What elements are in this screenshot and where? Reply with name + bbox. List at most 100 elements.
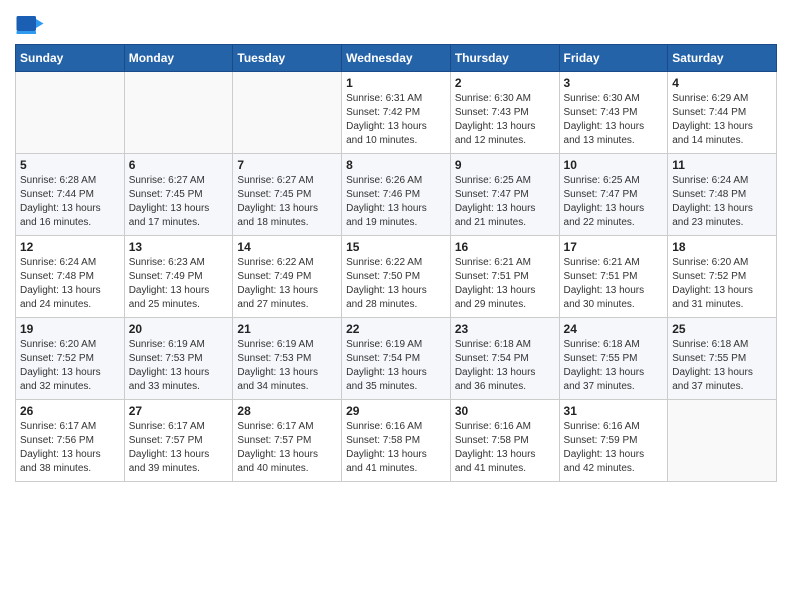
day-number: 26 [20,404,120,418]
day-cell [668,400,777,482]
header-day-saturday: Saturday [668,45,777,72]
cell-info: Sunrise: 6:16 AM Sunset: 7:59 PM Dayligh… [564,420,664,476]
header-day-tuesday: Tuesday [233,45,342,72]
logo-icon [15,10,45,40]
cell-info: Sunrise: 6:29 AM Sunset: 7:44 PM Dayligh… [672,92,772,148]
calendar-table: SundayMondayTuesdayWednesdayThursdayFrid… [15,44,777,482]
day-cell: 3 Sunrise: 6:30 AM Sunset: 7:43 PM Daylig… [559,72,668,154]
cell-info: Sunrise: 6:19 AM Sunset: 7:53 PM Dayligh… [129,338,229,394]
cell-info: Sunrise: 6:28 AM Sunset: 7:44 PM Dayligh… [20,174,120,230]
day-number: 17 [564,240,664,254]
day-cell [16,72,125,154]
cell-info: Sunrise: 6:17 AM Sunset: 7:57 PM Dayligh… [129,420,229,476]
day-cell: 16Sunrise: 6:21 AM Sunset: 7:51 PM Dayli… [450,236,559,318]
day-cell: 29 Sunrise: 6:16 AM Sunset: 7:58 PM Dayli… [342,400,451,482]
day-number: 1 [346,76,446,90]
day-cell: 15Sunrise: 6:22 AM Sunset: 7:50 PM Dayli… [342,236,451,318]
day-cell: 2 Sunrise: 6:30 AM Sunset: 7:43 PM Daylig… [450,72,559,154]
day-number: 10 [564,158,664,172]
day-cell: 11 Sunrise: 6:24 AM Sunset: 7:48 PM Dayli… [668,154,777,236]
cell-info: Sunrise: 6:23 AM Sunset: 7:49 PM Dayligh… [129,256,229,312]
day-cell: 19 Sunrise: 6:20 AM Sunset: 7:52 PM Dayli… [16,318,125,400]
day-cell: 13 Sunrise: 6:23 AM Sunset: 7:49 PM Dayli… [124,236,233,318]
cell-info: Sunrise: 6:24 AM Sunset: 7:48 PM Dayligh… [672,174,772,230]
day-number: 28 [237,404,337,418]
day-number: 9 [455,158,555,172]
cell-info: Sunrise: 6:24 AM Sunset: 7:48 PM Dayligh… [20,256,120,312]
day-number: 3 [564,76,664,90]
day-cell: 1 Sunrise: 6:31 AM Sunset: 7:42 PM Daylig… [342,72,451,154]
week-row-5: 26 Sunrise: 6:17 AM Sunset: 7:56 PM Dayli… [16,400,777,482]
day-cell: 7 Sunrise: 6:27 AM Sunset: 7:45 PM Daylig… [233,154,342,236]
day-cell: 12 Sunrise: 6:24 AM Sunset: 7:48 PM Dayli… [16,236,125,318]
cell-info: Sunrise: 6:17 AM Sunset: 7:57 PM Dayligh… [237,420,337,476]
day-number: 5 [20,158,120,172]
week-row-2: 5 Sunrise: 6:28 AM Sunset: 7:44 PM Daylig… [16,154,777,236]
day-number: 30 [455,404,555,418]
week-row-1: 1 Sunrise: 6:31 AM Sunset: 7:42 PM Daylig… [16,72,777,154]
day-number: 13 [129,240,229,254]
cell-info: Sunrise: 6:20 AM Sunset: 7:52 PM Dayligh… [20,338,120,394]
day-cell: 21Sunrise: 6:19 AM Sunset: 7:53 PM Dayli… [233,318,342,400]
day-number: 2 [455,76,555,90]
day-cell: 4 Sunrise: 6:29 AM Sunset: 7:44 PM Daylig… [668,72,777,154]
cell-info: Sunrise: 6:26 AM Sunset: 7:46 PM Dayligh… [346,174,446,230]
day-number: 23 [455,322,555,336]
day-cell: 10Sunrise: 6:25 AM Sunset: 7:47 PM Dayli… [559,154,668,236]
cell-info: Sunrise: 6:17 AM Sunset: 7:56 PM Dayligh… [20,420,120,476]
week-row-4: 19 Sunrise: 6:20 AM Sunset: 7:52 PM Dayli… [16,318,777,400]
cell-info: Sunrise: 6:19 AM Sunset: 7:53 PM Dayligh… [237,338,337,394]
day-number: 7 [237,158,337,172]
day-number: 18 [672,240,772,254]
cell-info: Sunrise: 6:16 AM Sunset: 7:58 PM Dayligh… [346,420,446,476]
day-number: 19 [20,322,120,336]
cell-info: Sunrise: 6:21 AM Sunset: 7:51 PM Dayligh… [564,256,664,312]
day-cell: 30 Sunrise: 6:16 AM Sunset: 7:58 PM Dayli… [450,400,559,482]
day-cell: 25 Sunrise: 6:18 AM Sunset: 7:55 PM Dayli… [668,318,777,400]
day-cell: 24 Sunrise: 6:18 AM Sunset: 7:55 PM Dayli… [559,318,668,400]
cell-info: Sunrise: 6:18 AM Sunset: 7:55 PM Dayligh… [672,338,772,394]
day-cell: 27 Sunrise: 6:17 AM Sunset: 7:57 PM Dayli… [124,400,233,482]
day-number: 29 [346,404,446,418]
day-cell: 31 Sunrise: 6:16 AM Sunset: 7:59 PM Dayli… [559,400,668,482]
header-row: SundayMondayTuesdayWednesdayThursdayFrid… [16,45,777,72]
day-number: 8 [346,158,446,172]
header-day-friday: Friday [559,45,668,72]
day-cell: 14 Sunrise: 6:22 AM Sunset: 7:49 PM Dayli… [233,236,342,318]
day-number: 6 [129,158,229,172]
day-number: 14 [237,240,337,254]
cell-info: Sunrise: 6:18 AM Sunset: 7:55 PM Dayligh… [564,338,664,394]
day-cell: 22 Sunrise: 6:19 AM Sunset: 7:54 PM Dayli… [342,318,451,400]
cell-info: Sunrise: 6:19 AM Sunset: 7:54 PM Dayligh… [346,338,446,394]
header [15,10,777,40]
day-number: 24 [564,322,664,336]
cell-info: Sunrise: 6:27 AM Sunset: 7:45 PM Dayligh… [129,174,229,230]
cell-info: Sunrise: 6:22 AM Sunset: 7:49 PM Dayligh… [237,256,337,312]
day-cell: 17 Sunrise: 6:21 AM Sunset: 7:51 PM Dayli… [559,236,668,318]
day-number: 31 [564,404,664,418]
day-number: 12 [20,240,120,254]
day-cell: 9 Sunrise: 6:25 AM Sunset: 7:47 PM Daylig… [450,154,559,236]
day-number: 4 [672,76,772,90]
day-cell: 18Sunrise: 6:20 AM Sunset: 7:52 PM Dayli… [668,236,777,318]
cell-info: Sunrise: 6:30 AM Sunset: 7:43 PM Dayligh… [564,92,664,148]
cell-info: Sunrise: 6:21 AM Sunset: 7:51 PM Dayligh… [455,256,555,312]
cell-info: Sunrise: 6:16 AM Sunset: 7:58 PM Dayligh… [455,420,555,476]
header-day-wednesday: Wednesday [342,45,451,72]
header-day-thursday: Thursday [450,45,559,72]
logo [15,10,49,40]
cell-info: Sunrise: 6:27 AM Sunset: 7:45 PM Dayligh… [237,174,337,230]
day-number: 27 [129,404,229,418]
cell-info: Sunrise: 6:31 AM Sunset: 7:42 PM Dayligh… [346,92,446,148]
day-cell: 23Sunrise: 6:18 AM Sunset: 7:54 PM Dayli… [450,318,559,400]
day-cell: 8 Sunrise: 6:26 AM Sunset: 7:46 PM Daylig… [342,154,451,236]
day-cell: 20Sunrise: 6:19 AM Sunset: 7:53 PM Dayli… [124,318,233,400]
day-number: 22 [346,322,446,336]
day-number: 11 [672,158,772,172]
cell-info: Sunrise: 6:30 AM Sunset: 7:43 PM Dayligh… [455,92,555,148]
day-cell: 26 Sunrise: 6:17 AM Sunset: 7:56 PM Dayli… [16,400,125,482]
header-day-monday: Monday [124,45,233,72]
day-number: 25 [672,322,772,336]
cell-info: Sunrise: 6:22 AM Sunset: 7:50 PM Dayligh… [346,256,446,312]
cell-info: Sunrise: 6:25 AM Sunset: 7:47 PM Dayligh… [455,174,555,230]
